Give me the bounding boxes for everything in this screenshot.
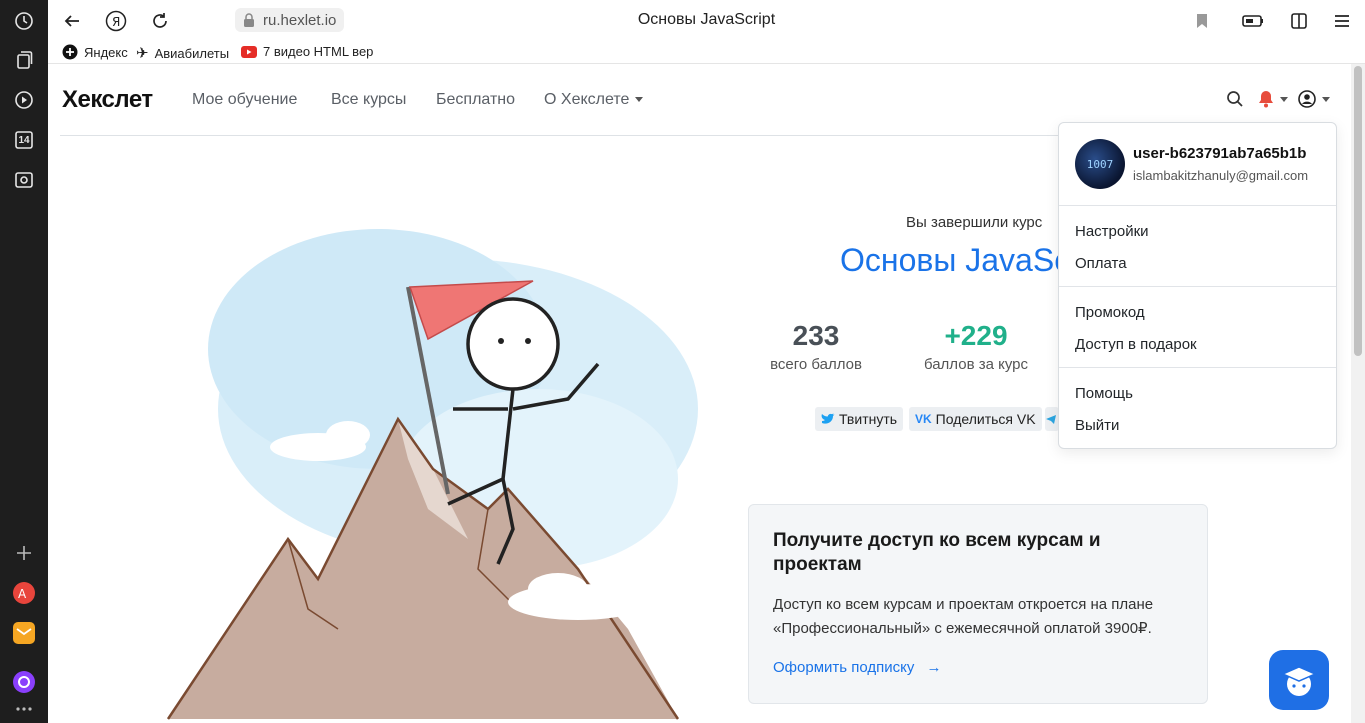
user-circle-icon <box>1298 90 1316 108</box>
chevron-down-icon <box>1280 96 1288 102</box>
finished-label: Вы завершили курс <box>906 214 1043 231</box>
chevron-down-icon <box>1322 96 1330 102</box>
telegram-icon <box>1046 415 1056 424</box>
graduation-cap-icon <box>1281 666 1317 696</box>
vk-icon: VK <box>915 412 932 426</box>
chevron-down-icon <box>635 97 644 103</box>
calendar-icon[interactable]: 14 <box>12 128 36 152</box>
menu-item-help[interactable]: Помощь <box>1075 385 1133 402</box>
mountain-illustration <box>158 209 698 723</box>
menu-item-logout[interactable]: Выйти <box>1075 417 1119 434</box>
divider <box>1059 367 1336 368</box>
back-arrow-icon[interactable] <box>60 9 84 33</box>
alice-icon[interactable] <box>12 670 36 694</box>
scroll-thumb[interactable] <box>1354 66 1362 356</box>
youtube-icon <box>241 45 257 58</box>
stat-course-label: баллов за курс <box>923 356 1029 373</box>
add-icon[interactable] <box>12 541 36 565</box>
site-logo[interactable]: Хекслет <box>62 86 153 114</box>
stat-total-value: 233 <box>792 320 840 351</box>
bookmark-yandex[interactable]: Яндекс <box>62 44 128 60</box>
address-text: ru.hexlet.io <box>263 11 337 29</box>
more-icon[interactable] <box>12 702 36 716</box>
play-icon[interactable] <box>12 88 36 112</box>
promo-title: Получите доступ ко всем курсам и проекта… <box>773 530 1101 575</box>
course-title: Основы JavaSc <box>840 242 1071 278</box>
notifications-button[interactable] <box>1258 90 1288 108</box>
battery-icon[interactable] <box>1241 9 1265 33</box>
user-menu-button[interactable] <box>1298 90 1330 108</box>
browser-sidebar: 14 A <box>0 0 48 723</box>
divider <box>1059 286 1336 287</box>
lock-icon <box>244 13 254 27</box>
tweet-label: Твитнуть <box>839 411 898 427</box>
calendar-day: 14 <box>18 134 30 146</box>
translate-icon[interactable]: A <box>12 581 36 605</box>
subscription-promo: Получите доступ ко всем курсам и проекта… <box>748 504 1208 704</box>
nav-free[interactable]: Бесплатно <box>436 91 515 109</box>
collections-icon[interactable] <box>12 48 36 72</box>
promo-text: Доступ ко всем курсам и проектам откроет… <box>773 596 1154 637</box>
bookmark-icon[interactable] <box>1190 9 1214 33</box>
menu-item-gift[interactable]: Доступ в подарок <box>1075 336 1197 353</box>
nav-all-courses[interactable]: Все курсы <box>331 91 406 109</box>
history-icon[interactable] <box>12 9 36 33</box>
extensions-icon[interactable] <box>1287 9 1311 33</box>
share-vk-label: Поделиться VK <box>935 411 1036 427</box>
share-vk-button[interactable]: VK Поделиться VK <box>909 407 1042 431</box>
subscribe-link-label: Оформить подписку <box>773 659 915 676</box>
stat-total-label: всего баллов <box>770 356 862 373</box>
nav-about-label: О Хекслете <box>544 91 630 108</box>
twitter-icon <box>821 413 835 424</box>
page-scrollbar[interactable] <box>1351 64 1365 723</box>
yandex-browser-icon[interactable]: Я <box>104 9 128 33</box>
avatar-text: 1007 <box>1086 157 1114 171</box>
reload-icon[interactable] <box>148 9 172 33</box>
tweet-button[interactable]: Твитнуть <box>815 407 904 431</box>
mail-icon[interactable] <box>12 621 36 645</box>
bookmark-label: 7 видео HTML вер <box>263 44 374 59</box>
svg-text:Я: Я <box>112 15 120 29</box>
menu-item-promocode[interactable]: Промокод <box>1075 304 1145 321</box>
bookmark-flights[interactable]: ✈ Авиабилеты <box>136 44 229 62</box>
username: user-b623791ab7a65b1b <box>1133 145 1307 162</box>
bookmarks-bar: Яндекс ✈ Авиабилеты 7 видео HTML вер <box>48 42 1365 64</box>
support-chat-button[interactable] <box>1269 650 1329 710</box>
stat-course-value: +229 <box>944 320 1008 351</box>
arrow-right-icon: → <box>926 659 942 676</box>
bookmark-label: Авиабилеты <box>154 45 230 61</box>
bookmark-label: Яндекс <box>84 44 128 60</box>
menu-item-settings[interactable]: Настройки <box>1075 223 1149 240</box>
stat-total: 233 всего баллов <box>764 320 868 373</box>
menu-icon[interactable] <box>1330 9 1354 33</box>
browser-toolbar: Я ru.hexlet.io Основы JavaScript <box>48 0 1365 42</box>
nav-my-learning[interactable]: Мое обучение <box>192 91 297 109</box>
user-dropdown: 1007 user-b623791ab7a65b1b islambakitzha… <box>1058 122 1337 449</box>
bell-icon <box>1259 91 1273 108</box>
menu-item-payment[interactable]: Оплата <box>1075 255 1127 272</box>
stat-course: +229 баллов за курс <box>914 320 1038 373</box>
subscribe-link[interactable]: Оформить подписку → <box>773 659 942 676</box>
share-telegram-button[interactable] <box>1045 407 1059 431</box>
divider <box>1059 205 1336 206</box>
nav-about[interactable]: О Хекслете <box>544 91 644 109</box>
plane-icon: ✈ <box>136 45 149 62</box>
user-email: islambakitzhanuly@gmail.com <box>1133 168 1309 183</box>
avatar: 1007 <box>1075 139 1125 189</box>
search-icon[interactable] <box>1226 90 1244 113</box>
yandex-icon <box>62 44 78 60</box>
bookmark-youtube[interactable]: 7 видео HTML вер <box>241 44 373 59</box>
address-bar[interactable]: ru.hexlet.io <box>235 8 345 32</box>
screenshot-icon[interactable] <box>12 168 36 192</box>
svg-text:A: A <box>18 587 27 601</box>
